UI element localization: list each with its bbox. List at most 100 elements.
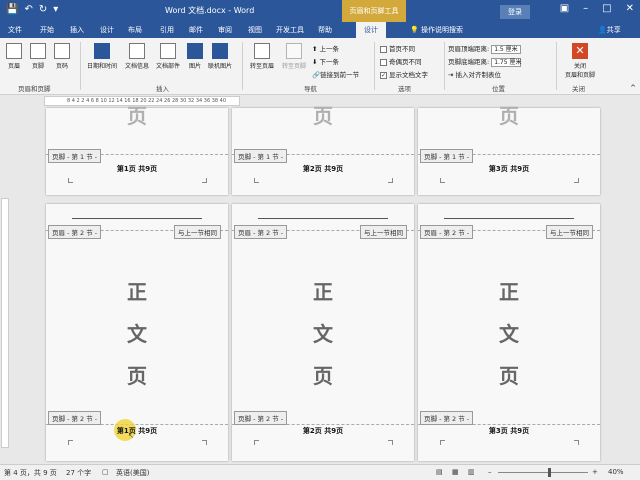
tab-help[interactable]: 帮助: [318, 25, 332, 35]
tab-home[interactable]: 开始: [40, 25, 54, 35]
previous-button[interactable]: ⬆ 上一条: [312, 43, 339, 53]
corner-mark: [574, 178, 579, 183]
header-top-input[interactable]: 1.5 厘米: [491, 44, 522, 54]
body-char-3: 页: [313, 364, 333, 388]
header-char: 页: [313, 104, 333, 128]
read-mode-icon[interactable]: ▤: [436, 468, 443, 476]
language-status[interactable]: 英语(美国): [116, 468, 149, 478]
date-time-button[interactable]: 日期和时间: [84, 43, 120, 70]
header-tag: 页眉 - 第 2 节 -: [48, 225, 102, 239]
page-number-icon: [54, 43, 70, 59]
page-number-label[interactable]: 第1页 共9页: [46, 426, 228, 436]
word-count-status[interactable]: 27 个字: [66, 468, 91, 478]
share-button[interactable]: 👤共享: [598, 25, 621, 35]
footer-bottom-input[interactable]: 1.75 厘米: [491, 57, 521, 67]
next-button[interactable]: ⬇ 下一条: [312, 56, 339, 66]
first-page-different-checkbox[interactable]: 首页不同: [380, 43, 415, 53]
same-as-previous-tag: 与上一节相同: [546, 225, 593, 239]
page-number-button[interactable]: 页码: [52, 43, 72, 70]
page-number-label[interactable]: 第2页 共9页: [232, 164, 414, 174]
document-title: Word 文档.docx - Word: [165, 6, 255, 15]
picture-label: 图片: [188, 63, 201, 70]
online-picture-label: 联机图片: [207, 63, 232, 70]
goto-header-button[interactable]: 转至页眉: [248, 43, 276, 70]
undo-icon[interactable]: ↶: [24, 4, 32, 15]
footer-bottom-label: 页脚底端距离:: [448, 58, 490, 66]
picture-button[interactable]: 图片: [186, 43, 204, 70]
page-number-label[interactable]: 第3页 共9页: [418, 164, 600, 174]
login-button[interactable]: 登录: [500, 5, 530, 19]
tab-references[interactable]: 引用: [160, 25, 174, 35]
footer-tag: 页脚 - 第 2 节 -: [48, 411, 102, 425]
body-char-1: 正: [313, 280, 333, 304]
page-number-label[interactable]: 第3页 共9页: [418, 426, 600, 436]
tell-me-search[interactable]: 💡 操作说明搜索: [410, 25, 463, 35]
online-picture-button[interactable]: 联机图片: [206, 43, 234, 70]
tab-developer[interactable]: 开发工具: [276, 25, 304, 35]
same-as-previous-tag: 与上一节相同: [174, 225, 221, 239]
zoom-in-icon[interactable]: +: [592, 468, 598, 476]
page-number-label[interactable]: 第2页 共9页: [232, 426, 414, 436]
page-section1-a[interactable]: 页 页脚 - 第 1 节 - 第1页 共9页: [46, 104, 228, 195]
save-icon[interactable]: 💾: [6, 4, 18, 15]
footer-button[interactable]: 页脚: [28, 43, 48, 70]
close-window-icon[interactable]: ✕: [626, 3, 634, 14]
zoom-level[interactable]: 40%: [608, 468, 624, 476]
close-header-footer-button[interactable]: ✕ 关闭 页眉和页脚: [560, 43, 600, 79]
insert-alignment-tab-button[interactable]: ⇥ 插入对齐制表位: [448, 69, 501, 79]
page-section1-c[interactable]: 页 页脚 - 第 1 节 - 第3页 共9页: [418, 104, 600, 195]
footer-icon: [30, 43, 46, 59]
ribbon-separator: [80, 42, 81, 90]
page-number-label[interactable]: 第1页 共9页: [46, 164, 228, 174]
title-bar: 💾 ↶ ↻ ▾ Word 文档.docx - Word 页眉和页脚工具 登录 ▣…: [0, 0, 640, 22]
ribbon-display-icon[interactable]: ▣: [560, 3, 569, 14]
tab-view[interactable]: 视图: [248, 25, 262, 35]
doc-info-label: 文档信息: [124, 63, 149, 70]
maximize-icon[interactable]: □: [602, 3, 611, 14]
page-section1-b[interactable]: 页 页脚 - 第 1 节 - 第2页 共9页: [232, 104, 414, 195]
print-layout-icon[interactable]: ▦: [452, 468, 459, 476]
page-count-status[interactable]: 第 4 页，共 9 页: [4, 468, 57, 478]
tab-header-footer-design[interactable]: 设计: [356, 22, 386, 38]
footer-tag: 页脚 - 第 1 节 -: [420, 149, 474, 163]
corner-mark: [440, 178, 445, 183]
odd-even-different-checkbox[interactable]: 奇偶页不同: [380, 56, 422, 66]
customize-qat-icon[interactable]: ▾: [53, 4, 58, 15]
header-footer-tools-title: 页眉和页脚工具: [342, 0, 406, 22]
web-layout-icon[interactable]: ▥: [468, 468, 475, 476]
online-picture-icon: [212, 43, 228, 59]
zoom-out-icon[interactable]: –: [488, 468, 492, 476]
vertical-ruler[interactable]: [1, 198, 9, 448]
header-char: 页: [499, 104, 519, 128]
zoom-slider-track[interactable]: [498, 472, 588, 473]
footer-tag: 页脚 - 第 1 节 -: [234, 149, 288, 163]
tab-review[interactable]: 审阅: [218, 25, 232, 35]
tab-design[interactable]: 设计: [100, 25, 114, 35]
corner-mark: [440, 440, 445, 445]
doc-info-button[interactable]: 文档信息: [123, 43, 151, 70]
redo-icon[interactable]: ↻: [39, 4, 47, 15]
tab-file[interactable]: 文件: [8, 25, 22, 35]
show-document-text-checkbox[interactable]: ✓ 显示文档文字: [380, 69, 428, 79]
page-section2-a[interactable]: 页眉 - 第 2 节 - 与上一节相同 正 文 页 页脚 - 第 2 节 - 第…: [46, 204, 228, 461]
share-label: 共享: [606, 26, 621, 34]
tab-layout[interactable]: 布局: [128, 25, 142, 35]
minimize-icon[interactable]: –: [583, 3, 588, 14]
body-char-3: 页: [127, 364, 147, 388]
page-section2-c[interactable]: 页眉 - 第 2 节 - 与上一节相同 正 文 页 页脚 - 第 2 节 - 第…: [418, 204, 600, 461]
header-button[interactable]: 页眉: [4, 43, 24, 70]
proofing-icon[interactable]: ▢: [102, 468, 109, 476]
zoom-slider-thumb[interactable]: [548, 468, 551, 477]
quick-parts-button[interactable]: 文档部件: [154, 43, 182, 70]
body-char-1: 正: [499, 280, 519, 304]
group-label-header-footer: 页眉和页脚: [18, 85, 51, 93]
collapse-ribbon-icon[interactable]: ^: [630, 84, 636, 92]
link-to-previous-button[interactable]: 🔗链接到前一节: [312, 69, 359, 79]
goto-footer-button[interactable]: 转至页脚: [280, 43, 308, 70]
tab-insert[interactable]: 插入: [70, 25, 84, 35]
ribbon-tabs: 文件 开始 插入 设计 布局 引用 邮件 审阅 视图 开发工具 帮助 设计 💡 …: [0, 22, 640, 38]
page-section2-b[interactable]: 页眉 - 第 2 节 - 与上一节相同 正 文 页 页脚 - 第 2 节 - 第…: [232, 204, 414, 461]
previous-label: 上一条: [319, 45, 340, 53]
close-icon: ✕: [572, 43, 588, 59]
tab-mailings[interactable]: 邮件: [189, 25, 203, 35]
